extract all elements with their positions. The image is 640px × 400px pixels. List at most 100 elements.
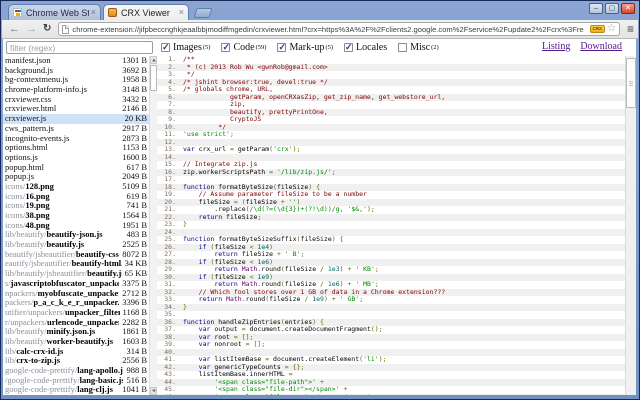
scroll-up-icon[interactable]: [150, 56, 157, 64]
file-list-item[interactable]: eautify/jsbeautifier/beautify-html.js34 …: [3, 259, 149, 269]
line-content: return Math.round(fileSize / 1e6) + ' MB…: [183, 281, 625, 289]
file-list-item[interactable]: lib/calc-crx-id.js314 B: [3, 347, 149, 357]
code-line: 15.// Integrate zip.js: [157, 161, 625, 169]
file-list-item[interactable]: icons/48.png1951 B: [3, 221, 149, 231]
file-path: npackers/myobfuscate_unpacker.js: [5, 289, 119, 299]
unchecked-checkbox-icon[interactable]: [398, 43, 407, 52]
checked-checkbox-icon[interactable]: [221, 43, 230, 52]
file-list-item[interactable]: icons/19.png741 B: [3, 201, 149, 211]
forward-button-icon[interactable]: →: [26, 24, 37, 35]
file-list-item[interactable]: lib/beautify/beautify-json.js483 B: [3, 230, 149, 240]
new-tab-button[interactable]: [193, 8, 212, 18]
file-list-scrollbar[interactable]: [149, 56, 157, 395]
scrollbar-thumb[interactable]: [150, 65, 157, 91]
file-list-item[interactable]: crxviewer.html2146 B: [3, 104, 149, 114]
file-list-item[interactable]: google-code-prettify/lang-clj.js1041 B: [3, 385, 149, 395]
file-size: 2712 B: [122, 289, 147, 299]
code-scrollbar[interactable]: [625, 56, 636, 395]
code-line: 37. var output = document.createDocument…: [157, 326, 625, 334]
file-list-item[interactable]: lib/beautify/worker-beautify.js1603 B: [3, 337, 149, 347]
file-list-item[interactable]: cws_pattern.js2917 B: [3, 124, 149, 134]
download-link[interactable]: Download: [580, 41, 622, 52]
file-list-item[interactable]: popup.js2049 B: [3, 172, 149, 182]
crx-viewer-page: Images (5) Code (59) Mark-up (5) Locales Mis…: [3, 39, 636, 395]
file-list-item[interactable]: r/unpackers/urlencode_unpacker.js2282 B: [3, 318, 149, 328]
filter-checkbox-locales[interactable]: Locales: [344, 42, 387, 53]
bookmark-star-icon[interactable]: ☆: [607, 24, 616, 34]
file-list-item[interactable]: utifier/unpackers/unpacker_filter.js1168…: [3, 308, 149, 318]
file-list-item[interactable]: icons/38.png1564 B: [3, 211, 149, 221]
file-path: utifier/unpackers/unpacker_filter.js: [5, 308, 120, 318]
file-list-item[interactable]: icons/16.png619 B: [3, 192, 149, 202]
file-path: lib/beautify/beautify.js: [5, 240, 119, 250]
file-list-item[interactable]: lib/crx-to-zip.js2556 B: [3, 356, 149, 366]
checked-checkbox-icon[interactable]: [161, 43, 170, 52]
filter-checkbox-images[interactable]: Images (5): [161, 42, 210, 53]
file-list-item[interactable]: options.js1600 B: [3, 153, 149, 163]
file-path: r/unpackers/urlencode_unpacker.js: [5, 318, 119, 328]
filter-input[interactable]: [6, 41, 153, 54]
line-content: if (fileSize < 1e4): [183, 244, 625, 252]
file-list-item[interactable]: crxviewer.js20 KB: [3, 114, 149, 124]
filter-checkbox-code[interactable]: Code (59): [221, 42, 266, 53]
checkbox-label: Code: [233, 42, 254, 53]
file-list-item[interactable]: manifest.json1301 B: [3, 56, 149, 66]
file-list-item[interactable]: beautify/jsbeautifier/beautify-css.js807…: [3, 250, 149, 260]
header-links: Listing Download: [542, 41, 622, 52]
file-dir: icons/: [5, 221, 25, 230]
file-list-item[interactable]: packers/p_a_c_k_e_r_unpacker.js3396 B: [3, 298, 149, 308]
file-list-item[interactable]: /google-code-prettify/lang-basic.js516 B: [3, 376, 149, 386]
file-size: 5109 B: [122, 182, 147, 192]
file-list-item[interactable]: bg-contextmenu.js1958 B: [3, 75, 149, 85]
code-line: 11.'use strict';: [157, 131, 625, 139]
filter-checkbox-misc[interactable]: Misc (2): [398, 42, 439, 53]
file-list-item[interactable]: options.html1153 B: [3, 143, 149, 153]
code-line: 23.}: [157, 221, 625, 229]
file-list-item[interactable]: incognito-events.js2873 B: [3, 134, 149, 144]
tab-close-icon[interactable]: ×: [179, 8, 184, 17]
file-size: 1951 B: [122, 221, 147, 231]
file-list-item[interactable]: chrome-platform-info.js3148 B: [3, 85, 149, 95]
file-list-item[interactable]: lib/beautify/beautify.js2525 B: [3, 240, 149, 250]
url-text[interactable]: chrome-extension://jifpbeccnghkjeaalbbjm…: [72, 25, 587, 34]
file-list-item[interactable]: icons/128.png5109 B: [3, 182, 149, 192]
filter-checkbox-mark-up[interactable]: Mark-up (5): [277, 42, 333, 53]
file-path: lib/beautify/worker-beautify.js: [5, 337, 119, 347]
file-size: 2917 B: [122, 124, 147, 134]
checked-checkbox-icon[interactable]: [277, 43, 286, 52]
address-bar[interactable]: chrome-extension://jifpbeccnghkjeaalbbjm…: [58, 22, 620, 36]
file-list-item[interactable]: google-code-prettify/lang-apollo.js988 B: [3, 366, 149, 376]
file-list-item[interactable]: background.js3692 B: [3, 66, 149, 76]
code-line: 8. beautify, prettyPrintOne,: [157, 109, 625, 117]
tab-chrome-web-store[interactable]: Chrome Web Store - C ×: [8, 4, 101, 20]
file-list-item[interactable]: lib/beautify/minify.json.js1861 B: [3, 327, 149, 337]
code-line: 32. // Which fool stores over 1 GB of da…: [157, 289, 625, 297]
crx-page-action-icon[interactable]: CRX: [590, 25, 606, 34]
tab-crx-viewer[interactable]: CRX Viewer ×: [103, 4, 189, 20]
checked-checkbox-icon[interactable]: [344, 43, 353, 52]
line-content: }: [183, 221, 625, 229]
maximize-button[interactable]: ▢: [605, 3, 619, 14]
scroll-down-icon[interactable]: [150, 387, 157, 395]
line-content: [183, 349, 625, 357]
minimize-button[interactable]: –: [589, 3, 603, 14]
tab-close-icon[interactable]: ×: [91, 8, 96, 17]
filter-bar: Images (5) Code (59) Mark-up (5) Locales Mis…: [3, 39, 636, 56]
file-list-item[interactable]: popup.html617 B: [3, 163, 149, 173]
listing-link[interactable]: Listing: [542, 41, 570, 52]
line-content: */: [183, 124, 625, 132]
file-list-item[interactable]: crxviewer.css3432 B: [3, 95, 149, 105]
file-size: 34 KB: [125, 259, 147, 269]
chrome-menu-icon[interactable]: ≡: [627, 23, 634, 35]
close-button[interactable]: ✕: [621, 3, 635, 14]
file-name: beautify-css.js: [76, 250, 119, 259]
scrollbar-thumb[interactable]: [626, 58, 636, 108]
file-list-item[interactable]: s/javascriptobfuscator_unpacker.js3375 B: [3, 279, 149, 289]
checkbox-label: Images: [173, 42, 202, 53]
file-dir: eautify/jsbeautifier/: [5, 259, 72, 268]
file-path: lib/beautify/beautify-json.js: [5, 230, 123, 240]
file-list-item[interactable]: npackers/myobfuscate_unpacker.js2712 B: [3, 289, 149, 299]
file-list-item[interactable]: lib/beautify/jsbeautifier/beautify.js65 …: [3, 269, 149, 279]
reload-button-icon[interactable]: ↻: [43, 24, 51, 34]
back-button-icon[interactable]: ←: [9, 24, 20, 35]
